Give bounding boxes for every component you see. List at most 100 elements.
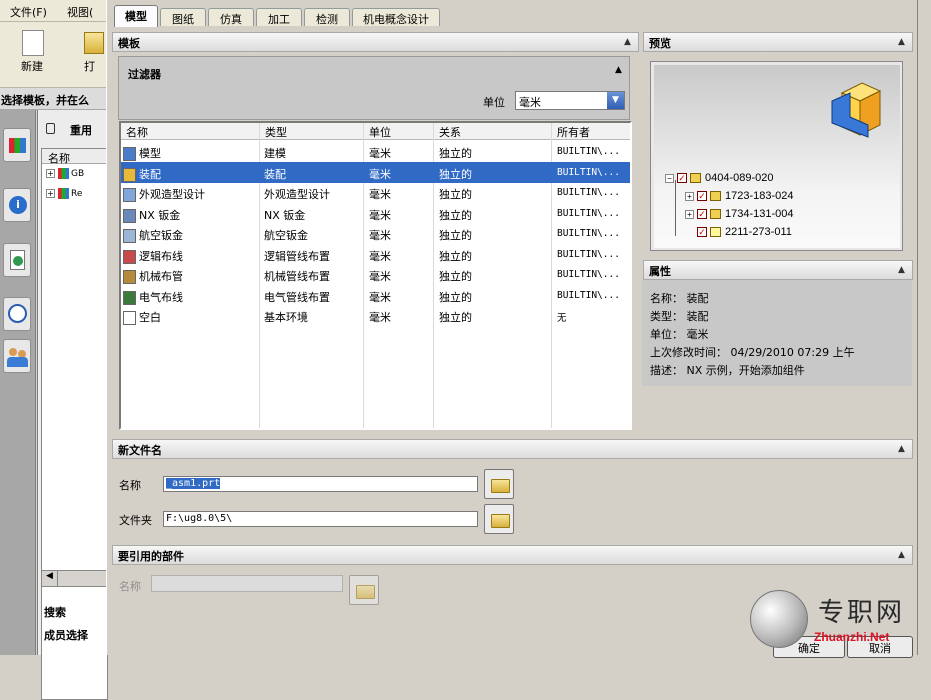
checkbox-icon[interactable]: ✓	[697, 191, 707, 202]
template-section-header[interactable]: 模板 ▲	[112, 32, 639, 52]
open-button-label[interactable]: 打	[84, 58, 95, 74]
menu-file[interactable]: 文件(F)	[10, 4, 47, 20]
mechanical-routing-icon	[123, 270, 136, 284]
table-cell-owner: 无	[557, 313, 567, 324]
list-item[interactable]: + Re	[46, 188, 82, 199]
table-row[interactable]: 机械布管 机械管线布置 毫米 独立的 BUILTIN\...	[121, 264, 630, 285]
table-cell-name: 航空钣金	[121, 223, 259, 244]
unit-label: 单位	[483, 96, 505, 109]
table-cell-type: NX 钣金	[264, 208, 306, 222]
aero-sheet-metal-icon	[123, 229, 136, 243]
collapse-icon[interactable]: ▲	[894, 442, 909, 456]
column-header-unit[interactable]: 单位	[364, 123, 434, 140]
browse-folder-button[interactable]	[484, 504, 514, 534]
table-cell-unit: 毫米	[369, 270, 391, 283]
table-row[interactable]: 空白 基本环境 毫米 独立的 无	[121, 305, 630, 326]
library-icon	[58, 168, 69, 179]
column-header-owner[interactable]: 所有者	[552, 123, 630, 140]
expand-icon[interactable]: +	[46, 189, 55, 198]
reuse-list-header[interactable]: 名称	[42, 149, 107, 165]
web-browser-tab-icon[interactable]	[3, 243, 31, 277]
table-cell-type: 装配	[264, 167, 286, 181]
info-tab-icon[interactable]: i	[3, 188, 31, 222]
tree-node[interactable]: − ✓ 0404-089-020	[665, 172, 774, 184]
table-row[interactable]: 电气布线 电气管线布置 毫米 独立的 BUILTIN\...	[121, 285, 630, 306]
browse-folder-button[interactable]	[484, 469, 514, 499]
checkbox-icon[interactable]: ✓	[697, 227, 707, 238]
blank-icon	[123, 311, 136, 325]
referenced-part-section-header[interactable]: 要引用的部件 ▲	[112, 545, 913, 565]
unit-select[interactable]: 毫米 ▼	[515, 91, 625, 110]
folder-label: 文件夹	[119, 514, 152, 527]
browse-folder-button-disabled	[349, 575, 379, 605]
collapse-icon[interactable]: ▲	[894, 548, 909, 562]
tab-model[interactable]: 模型	[114, 5, 158, 27]
new-file-section-header[interactable]: 新文件名 ▲	[112, 439, 913, 459]
prop-type: 类型： 装配	[650, 310, 709, 323]
list-item[interactable]: + GB	[46, 168, 84, 179]
tab-inspection[interactable]: 检测	[304, 8, 350, 26]
table-row[interactable]: 航空钣金 航空钣金 毫米 独立的 BUILTIN\...	[121, 223, 630, 244]
collapse-icon[interactable]: ▲	[611, 65, 626, 75]
tree-node[interactable]: + ✓ 1723-183-024	[685, 190, 794, 202]
table-row[interactable]: 装配 装配 毫米 独立的 BUILTIN\...	[121, 161, 630, 183]
table-cell-owner: BUILTIN\...	[557, 248, 620, 260]
checkbox-icon[interactable]: ✓	[677, 173, 687, 184]
horizontal-scrollbar[interactable]: ◀	[41, 570, 108, 587]
collapse-icon[interactable]: ▲	[894, 35, 909, 49]
roles-tab-icon[interactable]	[3, 339, 31, 373]
tree-node[interactable]: + ✓ 1734-131-004	[685, 208, 794, 220]
new-file-dialog: 模型 图纸 仿真 加工 检测 机电概念设计 模板 ▲ 过滤器 ▲ 单位 毫米 ▼…	[106, 0, 919, 658]
properties-section-header[interactable]: 属性 ▲	[643, 260, 913, 280]
table-cell-name: 电气布线	[121, 285, 259, 306]
new-file-icon[interactable]	[22, 30, 44, 56]
tab-simulation[interactable]: 仿真	[208, 8, 254, 26]
file-name-value: _asm1.prt	[166, 478, 221, 489]
assembly-icon	[710, 191, 721, 202]
filter-title: 过滤器	[128, 68, 161, 81]
properties-section-title: 属性	[649, 265, 671, 278]
preview-section-header[interactable]: 预览 ▲	[643, 32, 913, 52]
column-header-relation[interactable]: 关系	[434, 123, 552, 140]
member-select-section-label[interactable]: 成员选择	[44, 627, 88, 643]
folder-input[interactable]: F:\ug8.0\5\	[163, 511, 478, 527]
logical-routing-icon	[123, 249, 136, 264]
prop-unit: 单位： 毫米	[650, 328, 709, 341]
checkbox-icon[interactable]: ✓	[697, 209, 707, 220]
expand-icon[interactable]: +	[46, 169, 55, 178]
collapse-icon[interactable]: ▲	[620, 35, 635, 49]
tree-node[interactable]: ✓ 2211-273-011	[697, 226, 792, 238]
menu-view[interactable]: 视图(	[67, 4, 93, 20]
table-cell-name: 空白	[121, 305, 259, 326]
table-cell-type: 电气管线布置	[264, 290, 330, 304]
pin-icon[interactable]	[46, 123, 55, 134]
table-cell-type: 外观造型设计	[264, 188, 330, 201]
chevron-down-icon[interactable]: ▼	[607, 92, 624, 109]
table-row[interactable]: 逻辑布线 逻辑管线布置 毫米 独立的 BUILTIN\...	[121, 244, 630, 265]
table-row[interactable]: 外观造型设计 外观造型设计 毫米 独立的 BUILTIN\...	[121, 182, 630, 203]
table-cell-relation: 独立的	[439, 188, 472, 201]
tab-mechatronics[interactable]: 机电概念设计	[352, 8, 440, 26]
shape-studio-icon	[123, 188, 136, 202]
file-name-input[interactable]: _asm1.prt	[163, 476, 478, 492]
watermark-ball-icon	[750, 590, 808, 648]
history-tab-icon[interactable]	[3, 297, 31, 331]
table-cell-type: 基本环境	[264, 311, 308, 324]
reuse-library-tab-icon[interactable]	[3, 128, 31, 162]
search-section-label[interactable]: 搜索	[44, 604, 66, 620]
main-menubar: 文件(F) 视图(	[0, 0, 110, 22]
table-cell-name: 逻辑布线	[121, 244, 259, 265]
table-cell-unit: 毫米	[369, 229, 391, 242]
open-folder-icon[interactable]	[84, 32, 104, 54]
collapse-icon[interactable]: ▲	[894, 263, 909, 277]
column-header-type[interactable]: 类型	[260, 123, 364, 140]
filter-panel: 过滤器 ▲ 单位 毫米 ▼	[118, 56, 630, 120]
scroll-left-icon[interactable]: ◀	[42, 571, 58, 586]
table-row[interactable]: NX 钣金 NX 钣金 毫米 独立的 BUILTIN\...	[121, 203, 630, 224]
column-header-name[interactable]: 名称	[121, 123, 260, 140]
template-tabs: 模型 图纸 仿真 加工 检测 机电概念设计	[107, 0, 919, 27]
table-row[interactable]: 模型 建模 毫米 独立的 BUILTIN\...	[121, 141, 630, 162]
tab-drawing[interactable]: 图纸	[160, 8, 206, 26]
new-button-label[interactable]: 新建	[21, 58, 43, 74]
tab-manufacturing[interactable]: 加工	[256, 8, 302, 26]
